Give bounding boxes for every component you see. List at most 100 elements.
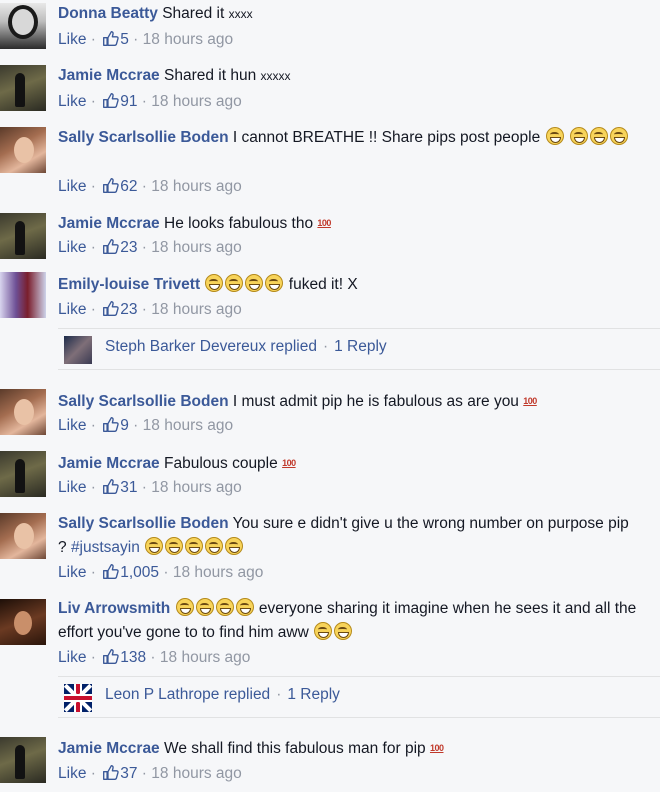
like-button[interactable]: Like xyxy=(58,239,86,256)
author-name[interactable]: Sally Scarlsollie Boden xyxy=(58,129,229,146)
separator: · xyxy=(141,178,147,195)
comment-text: I cannot BREATHE !! Share pips post peop… xyxy=(232,129,541,146)
separator: · xyxy=(141,93,147,110)
separator: · xyxy=(276,686,282,703)
author-name[interactable]: Donna Beatty xyxy=(58,5,158,22)
laughing-emoji-icon xyxy=(235,598,254,616)
reply-count[interactable]: 1 Reply xyxy=(334,338,387,355)
avatar[interactable] xyxy=(0,3,46,49)
thumbs-up-icon xyxy=(102,648,119,665)
avatar[interactable] xyxy=(0,513,46,559)
like-count[interactable]: 23 xyxy=(120,301,137,318)
like-count[interactable]: 23 xyxy=(120,239,137,256)
grinning-emoji-icon xyxy=(225,537,244,555)
like-count[interactable]: 31 xyxy=(120,479,137,496)
author-name[interactable]: Liv Arrowsmith xyxy=(58,600,170,617)
laughing-emoji-icon xyxy=(589,127,608,145)
author-name[interactable]: Sally Scarlsollie Boden xyxy=(58,515,229,532)
comment-thread: Donna Beatty Shared it xxxx Like · 5 · 1… xyxy=(0,0,660,792)
separator: · xyxy=(133,31,139,48)
separator: · xyxy=(90,31,96,48)
timestamp[interactable]: 18 hours ago xyxy=(151,765,242,782)
laughing-emoji-icon xyxy=(609,127,628,145)
comment-meta: Like · 91 · 18 hours ago xyxy=(58,92,242,112)
laughing-emoji-icon xyxy=(215,598,234,616)
like-count[interactable]: 91 xyxy=(120,93,137,110)
comment-text: fuked it! X xyxy=(288,276,358,293)
like-button[interactable]: Like xyxy=(58,178,86,195)
avatar[interactable] xyxy=(0,389,46,435)
laughing-emoji-icon xyxy=(569,127,588,145)
separator: · xyxy=(141,239,147,256)
like-count[interactable]: 62 xyxy=(120,178,137,195)
separator: · xyxy=(90,178,96,195)
separator: · xyxy=(90,479,96,496)
like-count[interactable]: 5 xyxy=(120,31,129,48)
like-button[interactable]: Like xyxy=(58,765,86,782)
hundred-points-emoji-icon: 100 xyxy=(282,458,296,468)
like-button[interactable]: Like xyxy=(58,479,86,496)
like-button[interactable]: Like xyxy=(58,93,86,110)
thumbs-up-icon xyxy=(102,30,119,47)
reply-summary[interactable]: Steph Barker Devereux replied · 1 Reply xyxy=(105,338,387,356)
comment: Sally Scarlsollie Boden I must admit pip… xyxy=(0,386,660,448)
timestamp[interactable]: 18 hours ago xyxy=(151,239,242,256)
timestamp[interactable]: 18 hours ago xyxy=(151,93,242,110)
replies-link[interactable]: Steph Barker Devereux replied · 1 Reply xyxy=(58,328,660,370)
reply-count[interactable]: 1 Reply xyxy=(287,686,340,703)
separator: · xyxy=(90,93,96,110)
like-button[interactable]: Like xyxy=(58,649,86,666)
avatar[interactable] xyxy=(0,213,46,259)
avatar[interactable] xyxy=(0,272,46,318)
hashtag-link[interactable]: #justsayin xyxy=(71,539,140,556)
laughing-emoji-icon xyxy=(545,127,564,145)
comment-meta: Like · 9 · 18 hours ago xyxy=(58,416,233,436)
timestamp[interactable]: 18 hours ago xyxy=(151,178,242,195)
reply-summary[interactable]: Leon P Lathrope replied · 1 Reply xyxy=(105,686,340,704)
hundred-points-emoji-icon: 100 xyxy=(317,218,331,228)
author-name[interactable]: Sally Scarlsollie Boden xyxy=(58,393,229,410)
separator: · xyxy=(90,765,96,782)
reply-avatar xyxy=(64,336,92,364)
comment-body: Sally Scarlsollie Boden You sure e didn'… xyxy=(58,512,640,560)
avatar[interactable] xyxy=(0,599,46,645)
comment-body: Sally Scarlsollie Boden I cannot BREATHE… xyxy=(58,126,640,150)
comment-body: Jamie Mccrae He looks fabulous tho 100 xyxy=(58,211,640,236)
author-name[interactable]: Jamie Mccrae xyxy=(58,740,160,757)
separator: · xyxy=(90,649,96,666)
separator: · xyxy=(150,649,156,666)
avatar[interactable] xyxy=(0,65,46,111)
like-button[interactable]: Like xyxy=(58,417,86,434)
timestamp[interactable]: 18 hours ago xyxy=(173,564,264,581)
timestamp[interactable]: 18 hours ago xyxy=(160,649,251,666)
laughing-emoji-icon xyxy=(225,274,244,292)
author-name[interactable]: Emily-louise Trivett xyxy=(58,276,200,293)
like-count[interactable]: 9 xyxy=(120,417,129,434)
laughing-emoji-icon xyxy=(185,537,204,555)
timestamp[interactable]: 18 hours ago xyxy=(151,301,242,318)
thumbs-up-icon xyxy=(102,300,119,317)
comment-text-small: xxxxx xyxy=(260,69,291,83)
author-name[interactable]: Jamie Mccrae xyxy=(58,455,160,472)
avatar[interactable] xyxy=(0,127,46,173)
timestamp[interactable]: 18 hours ago xyxy=(143,417,234,434)
timestamp[interactable]: 18 hours ago xyxy=(151,479,242,496)
like-button[interactable]: Like xyxy=(58,301,86,318)
avatar[interactable] xyxy=(0,737,46,783)
like-count[interactable]: 37 xyxy=(120,765,137,782)
laughing-emoji-icon xyxy=(165,537,184,555)
timestamp[interactable]: 18 hours ago xyxy=(143,31,234,48)
thumbs-up-icon xyxy=(102,563,119,580)
like-count[interactable]: 138 xyxy=(120,649,146,666)
avatar[interactable] xyxy=(0,451,46,497)
author-name[interactable]: Jamie Mccrae xyxy=(58,67,160,84)
like-count[interactable]: 1,005 xyxy=(120,564,159,581)
separator: · xyxy=(90,239,96,256)
like-button[interactable]: Like xyxy=(58,31,86,48)
replies-link[interactable]: Leon P Lathrope replied · 1 Reply xyxy=(58,676,660,718)
comment-body: Sally Scarlsollie Boden I must admit pip… xyxy=(58,389,640,414)
laughing-emoji-icon xyxy=(205,274,224,292)
like-button[interactable]: Like xyxy=(58,564,86,581)
comment-meta: Like · 31 · 18 hours ago xyxy=(58,478,242,498)
author-name[interactable]: Jamie Mccrae xyxy=(58,215,160,232)
